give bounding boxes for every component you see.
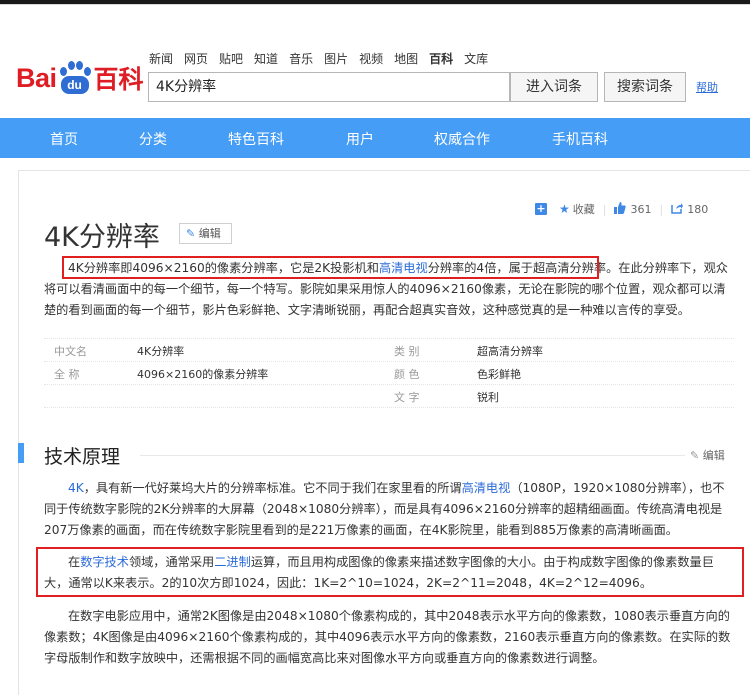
main-nav-featured[interactable]: 特色百科	[228, 129, 284, 149]
star-icon[interactable]: ★	[559, 202, 570, 216]
nav-link-baike[interactable]: 百科	[429, 50, 453, 67]
info-label: 全 称	[54, 368, 80, 381]
add-icon[interactable]: +	[535, 203, 547, 215]
highlight-box-intro	[62, 256, 599, 279]
info-row: 全 称 4096×2160的像素分辨率 颜 色 色彩鲜艳	[44, 362, 734, 385]
main-navigation: 首页 分类 特色百科 用户 权威合作 手机百科	[0, 118, 750, 158]
main-nav-home[interactable]: 首页	[50, 129, 78, 149]
main-nav-category[interactable]: 分类	[139, 129, 167, 149]
info-row: 文 字 锐利	[44, 385, 734, 408]
link-hdtv[interactable]: 高清电视	[462, 481, 511, 495]
info-value: 4096×2160的像素分辨率	[137, 368, 269, 381]
share-icon[interactable]	[671, 202, 684, 217]
nav-link-web[interactable]: 网页	[184, 50, 208, 67]
nav-link-tieba[interactable]: 贴吧	[219, 50, 243, 67]
favorite-label[interactable]: 收藏	[573, 201, 595, 217]
enter-entry-button[interactable]: 进入词条	[510, 72, 598, 102]
info-box: 中文名 4K分辨率 类 别 超高清分辨率 全 称 4096×2160的像素分辨率…	[44, 338, 734, 408]
logo-bai: Bai	[16, 62, 57, 93]
product-links: 新闻 网页 贴吧 知道 音乐 图片 视频 地图 百科 文库	[149, 50, 499, 67]
page-title: 4K分辨率	[44, 222, 160, 253]
main-nav-mobile[interactable]: 手机百科	[552, 129, 608, 149]
top-border-shadow	[0, 4, 750, 5]
info-label: 中文名	[54, 345, 87, 358]
info-value: 色彩鲜艳	[477, 368, 521, 381]
pencil-icon: ✎	[690, 449, 700, 462]
section-divider	[140, 455, 685, 456]
help-link[interactable]: 帮助	[696, 79, 718, 95]
info-label: 类 别	[394, 345, 420, 358]
info-value: 锐利	[477, 391, 499, 404]
article-actions: + ★ 收藏 | 361 | 180	[535, 201, 709, 217]
info-row: 中文名 4K分辨率 类 别 超高清分辨率	[44, 338, 734, 362]
edit-label: 编辑	[198, 227, 221, 240]
thumbs-up-icon[interactable]	[614, 201, 627, 217]
logo-du: du	[60, 76, 89, 94]
edit-button[interactable]: ✎ 编辑	[179, 223, 232, 244]
info-value: 4K分辨率	[137, 345, 185, 358]
nav-link-images[interactable]: 图片	[324, 50, 348, 67]
paw-icon: du	[58, 61, 92, 95]
logo-baike: 百科	[93, 65, 144, 94]
link-4k[interactable]: 4K	[68, 481, 84, 495]
nav-link-wenku[interactable]: 文库	[464, 50, 488, 67]
main-nav-users[interactable]: 用户	[346, 129, 374, 149]
nav-link-news[interactable]: 新闻	[149, 50, 173, 67]
like-count: 361	[630, 202, 652, 216]
search-input[interactable]: 4K分辨率	[148, 72, 510, 102]
section-edit-label: 编辑	[702, 449, 725, 462]
info-label: 文 字	[394, 391, 420, 404]
baidu-baike-logo[interactable]: Bai du 百科	[16, 58, 144, 98]
pencil-icon: ✎	[186, 227, 196, 240]
section-marker	[18, 443, 24, 463]
nav-link-video[interactable]: 视频	[359, 50, 383, 67]
para3-text: 在数字电影应用中，通常2K图像是由2048×1080个像素构成的，其中2048表…	[44, 609, 731, 665]
section-edit-button[interactable]: ✎ 编辑	[690, 447, 725, 463]
nav-link-zhidao[interactable]: 知道	[254, 50, 278, 67]
share-count: 180	[687, 202, 709, 216]
section-title: 技术原理	[44, 446, 121, 468]
nav-link-map[interactable]: 地图	[394, 50, 418, 67]
nav-link-music[interactable]: 音乐	[289, 50, 313, 67]
highlight-box-principle	[36, 547, 744, 597]
info-value: 超高清分辨率	[477, 345, 543, 358]
search-entry-button[interactable]: 搜索词条	[604, 72, 686, 102]
principle-paragraph-3: 在数字电影应用中，通常2K图像是由2048×1080个像素构成的，其中2048表…	[44, 606, 734, 669]
main-nav-partners[interactable]: 权威合作	[434, 129, 490, 149]
para1-text-1: ，具有新一代好莱坞大片的分辨率标准。它不同于我们在家里看的所谓	[83, 481, 462, 495]
principle-paragraph-1: 4K，具有新一代好莱坞大片的分辨率标准。它不同于我们在家里看的所谓高清电视（10…	[44, 478, 734, 541]
info-label: 颜 色	[394, 368, 420, 381]
